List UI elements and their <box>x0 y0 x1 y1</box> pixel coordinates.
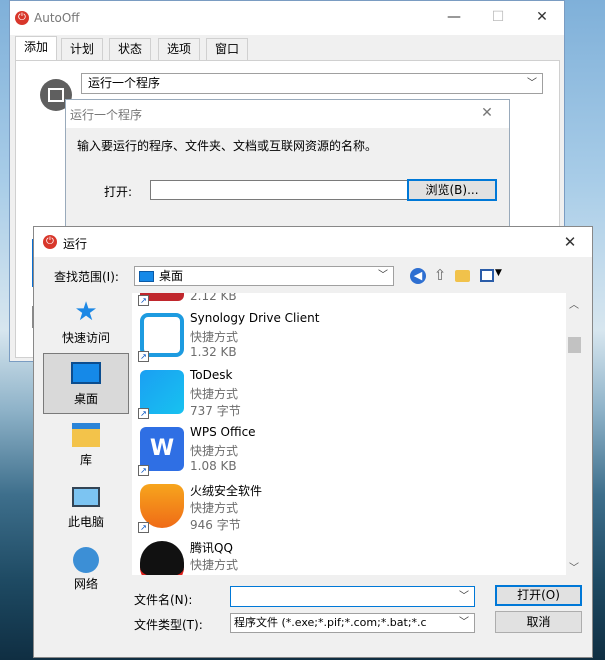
qq-icon <box>140 541 184 575</box>
vertical-scrollbar[interactable]: ︿ ﹀ <box>566 293 583 575</box>
action-select-value: 运行一个程序 <box>88 76 161 90</box>
filename-label: 文件名(N): <box>134 593 193 607</box>
maximize-button[interactable]: ☐ <box>476 9 520 25</box>
run-program-dialog: 运行一个程序 ✕ 输入要运行的程序、文件夹、文档或互联网资源的名称。 打开: 浏… <box>65 99 510 229</box>
file-dialog-titlebar[interactable]: ⏻ 运行 ✕ <box>34 227 592 257</box>
place-network[interactable]: 网络 <box>43 543 129 601</box>
browse-button[interactable]: 浏览(B)... <box>407 179 497 201</box>
file-dialog: ⏻ 运行 ✕ 查找范围(I): 桌面 ﹀ ◀ ⇧ ▼ ★ 快速访问 桌面 库 此… <box>33 226 593 658</box>
list-item[interactable]: ↗ 2.12 KB <box>132 293 562 310</box>
chevron-down-icon: ﹀ <box>527 78 537 89</box>
filetype-value: 程序文件 (*.exe;*.pif;*.com;*.bat;*.c <box>234 616 427 629</box>
file-name: 火绒安全软件 <box>190 484 263 498</box>
place-desktop[interactable]: 桌面 <box>43 353 129 414</box>
open-button[interactable]: 打开(O) <box>495 585 582 606</box>
run-program-close-button[interactable]: ✕ <box>465 105 509 121</box>
file-dialog-close-button[interactable]: ✕ <box>548 233 592 251</box>
place-library-label: 库 <box>79 453 92 467</box>
tab-window[interactable]: 窗口 <box>206 38 249 60</box>
file-dialog-title: 运行 <box>63 237 88 251</box>
tab-status[interactable]: 状态 <box>109 38 152 60</box>
action-select[interactable]: 运行一个程序 ﹀ <box>81 73 543 94</box>
network-icon <box>73 547 99 573</box>
shortcut-arrow-icon: ↗ <box>138 408 149 419</box>
file-name: Synology Drive Client <box>190 311 320 325</box>
list-item[interactable]: ↗ 火绒安全软件 快捷方式 946 字节 <box>132 480 562 537</box>
desktop-small-icon <box>139 271 154 282</box>
scroll-up-icon[interactable]: ︿ <box>569 296 579 311</box>
chevron-down-icon: ﹀ <box>457 614 469 632</box>
file-type: 快捷方式 <box>190 387 239 401</box>
file-size: 946 字节 <box>190 518 241 532</box>
list-item[interactable]: ↗ Synology Drive Client 快捷方式 1.32 KB <box>132 309 562 366</box>
autooff-title: AutoOff <box>34 11 80 25</box>
power-icon: ⏻ <box>15 11 29 25</box>
list-item[interactable]: 腾讯QQ 快捷方式 <box>132 537 562 575</box>
close-button[interactable]: ✕ <box>520 9 564 25</box>
scrollbar-thumb[interactable] <box>568 337 581 353</box>
back-icon[interactable]: ◀ <box>410 268 426 284</box>
autooff-titlebar[interactable]: ⏻ AutoOff — ☐ ✕ <box>10 1 564 35</box>
run-program-titlebar[interactable]: 运行一个程序 ✕ <box>66 100 509 128</box>
places-bar: ★ 快速访问 桌面 库 此电脑 网络 <box>41 293 131 591</box>
file-type: 快捷方式 <box>190 330 239 344</box>
list-item[interactable]: W ↗ WPS Office 快捷方式 1.08 KB <box>132 423 562 480</box>
filetype-select[interactable]: 程序文件 (*.exe;*.pif;*.com;*.bat;*.c ﹀ <box>230 613 475 633</box>
tab-add[interactable]: 添加 <box>15 36 58 61</box>
file-size: 2.12 KB <box>190 293 237 303</box>
desktop-icon <box>71 362 101 384</box>
place-library[interactable]: 库 <box>43 419 129 475</box>
list-item[interactable]: ↗ ToDesk 快捷方式 737 字节 <box>132 366 562 423</box>
file-list[interactable]: ↗ 2.12 KB ↗ Synology Drive Client 快捷方式 1… <box>132 293 583 575</box>
tab-options[interactable]: 选项 <box>158 38 201 60</box>
file-size: 1.08 KB <box>190 459 237 473</box>
shortcut-arrow-icon: ↗ <box>138 465 149 476</box>
run-program-title: 运行一个程序 <box>70 108 143 122</box>
chevron-down-icon[interactable]: ▼ <box>495 268 502 278</box>
file-type: 快捷方式 <box>190 558 239 572</box>
look-in-label: 查找范围(I): <box>54 270 119 284</box>
place-quick-access-label: 快速访问 <box>61 331 110 345</box>
minimize-button[interactable]: — <box>432 9 476 25</box>
file-type: 快捷方式 <box>190 501 239 515</box>
open-label: 打开: <box>104 185 133 199</box>
run-program-description: 输入要运行的程序、文件夹、文档或互联网资源的名称。 <box>77 139 378 153</box>
tab-schedule[interactable]: 计划 <box>61 38 104 60</box>
look-in-select[interactable]: 桌面 ﹀ <box>134 266 394 286</box>
computer-icon <box>72 487 100 507</box>
filename-input[interactable]: ﹀ <box>230 586 475 607</box>
view-menu-icon[interactable] <box>480 269 494 282</box>
up-folder-icon[interactable]: ⇧ <box>432 267 448 284</box>
file-type: 快捷方式 <box>190 444 239 458</box>
star-icon: ★ <box>74 297 98 327</box>
file-size: 737 字节 <box>190 404 241 418</box>
chevron-down-icon: ﹀ <box>378 270 388 281</box>
file-name: WPS Office <box>190 425 256 439</box>
file-name: ToDesk <box>190 368 233 382</box>
file-name: 腾讯QQ <box>190 541 233 555</box>
shortcut-arrow-icon: ↗ <box>138 351 149 362</box>
shortcut-arrow-icon: ↗ <box>138 522 149 533</box>
place-network-label: 网络 <box>73 577 98 591</box>
filetype-label: 文件类型(T): <box>134 618 203 632</box>
place-desktop-label: 桌面 <box>73 392 98 406</box>
look-in-value: 桌面 <box>159 269 184 283</box>
library-icon <box>72 423 100 447</box>
cancel-button[interactable]: 取消 <box>495 611 582 633</box>
power-icon: ⏻ <box>43 235 57 249</box>
place-this-pc[interactable]: 此电脑 <box>43 481 129 539</box>
file-size: 1.32 KB <box>190 345 237 359</box>
chevron-down-icon: ﹀ <box>459 591 469 602</box>
shortcut-arrow-icon: ↗ <box>138 295 149 306</box>
new-folder-icon[interactable] <box>455 270 470 282</box>
place-quick-access[interactable]: ★ 快速访问 <box>43 295 129 353</box>
scroll-down-icon[interactable]: ﹀ <box>569 559 579 574</box>
place-this-pc-label: 此电脑 <box>67 515 104 529</box>
